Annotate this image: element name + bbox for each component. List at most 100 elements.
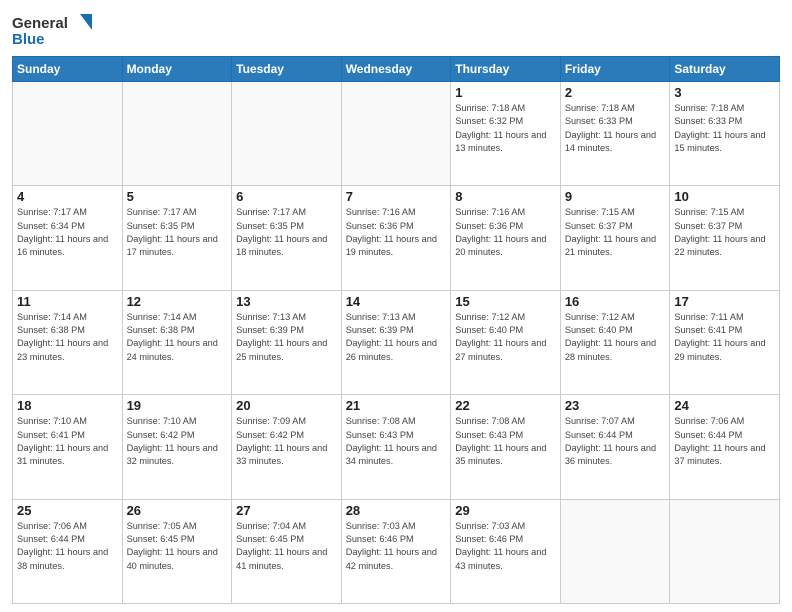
- calendar-cell: 7Sunrise: 7:16 AM Sunset: 6:36 PM Daylig…: [341, 186, 451, 290]
- day-number: 15: [455, 294, 556, 309]
- day-info: Sunrise: 7:11 AM Sunset: 6:41 PM Dayligh…: [674, 311, 775, 364]
- day-info: Sunrise: 7:12 AM Sunset: 6:40 PM Dayligh…: [455, 311, 556, 364]
- page: General Blue SundayMondayTuesdayWednesda…: [0, 0, 792, 612]
- day-number: 2: [565, 85, 666, 100]
- day-number: 28: [346, 503, 447, 518]
- day-number: 18: [17, 398, 118, 413]
- day-info: Sunrise: 7:15 AM Sunset: 6:37 PM Dayligh…: [674, 206, 775, 259]
- day-info: Sunrise: 7:07 AM Sunset: 6:44 PM Dayligh…: [565, 415, 666, 468]
- day-number: 3: [674, 85, 775, 100]
- day-info: Sunrise: 7:05 AM Sunset: 6:45 PM Dayligh…: [127, 520, 228, 573]
- calendar-cell: 1 Sunrise: 7:18 AM Sunset: 6:32 PM Daylig…: [451, 82, 561, 186]
- day-info: Sunrise: 7:16 AM Sunset: 6:36 PM Dayligh…: [455, 206, 556, 259]
- day-info: Sunrise: 7:14 AM Sunset: 6:38 PM Dayligh…: [127, 311, 228, 364]
- day-info: Sunrise: 7:18 AM Sunset: 6:33 PM Dayligh…: [674, 102, 775, 155]
- weekday-header-friday: Friday: [560, 57, 670, 82]
- svg-text:General: General: [12, 15, 68, 32]
- calendar-cell: 10 Sunrise: 7:15 AM Sunset: 6:37 PM Dayli…: [670, 186, 780, 290]
- calendar-week-4: 25 Sunrise: 7:06 AM Sunset: 6:44 PM Dayli…: [13, 499, 780, 603]
- day-number: 11: [17, 294, 118, 309]
- weekday-header-row: SundayMondayTuesdayWednesdayThursdayFrid…: [13, 57, 780, 82]
- calendar-week-0: 1 Sunrise: 7:18 AM Sunset: 6:32 PM Daylig…: [13, 82, 780, 186]
- calendar-week-1: 4 Sunrise: 7:17 AM Sunset: 6:34 PM Daylig…: [13, 186, 780, 290]
- day-number: 16: [565, 294, 666, 309]
- weekday-header-sunday: Sunday: [13, 57, 123, 82]
- calendar-cell: [560, 499, 670, 603]
- calendar-cell: 18 Sunrise: 7:10 AM Sunset: 6:41 PM Dayli…: [13, 395, 123, 499]
- calendar-cell: 19 Sunrise: 7:10 AM Sunset: 6:42 PM Dayli…: [122, 395, 232, 499]
- svg-text:Blue: Blue: [12, 31, 45, 48]
- calendar-cell: [13, 82, 123, 186]
- calendar-cell: 14 Sunrise: 7:13 AM Sunset: 6:39 PM Dayli…: [341, 290, 451, 394]
- day-info: Sunrise: 7:08 AM Sunset: 6:43 PM Dayligh…: [455, 415, 556, 468]
- day-number: 25: [17, 503, 118, 518]
- day-info: Sunrise: 7:09 AM Sunset: 6:42 PM Dayligh…: [236, 415, 337, 468]
- calendar-cell: 4 Sunrise: 7:17 AM Sunset: 6:34 PM Daylig…: [13, 186, 123, 290]
- day-info: Sunrise: 7:17 AM Sunset: 6:35 PM Dayligh…: [127, 206, 228, 259]
- calendar-cell: 2Sunrise: 7:18 AM Sunset: 6:33 PM Daylig…: [560, 82, 670, 186]
- day-info: Sunrise: 7:10 AM Sunset: 6:42 PM Dayligh…: [127, 415, 228, 468]
- day-number: 24: [674, 398, 775, 413]
- calendar-cell: 8 Sunrise: 7:16 AM Sunset: 6:36 PM Daylig…: [451, 186, 561, 290]
- day-number: 13: [236, 294, 337, 309]
- header: General Blue: [12, 10, 780, 50]
- day-number: 7: [346, 189, 447, 204]
- calendar-cell: 23 Sunrise: 7:07 AM Sunset: 6:44 PM Dayli…: [560, 395, 670, 499]
- day-number: 14: [346, 294, 447, 309]
- day-info: Sunrise: 7:13 AM Sunset: 6:39 PM Dayligh…: [236, 311, 337, 364]
- day-number: 12: [127, 294, 228, 309]
- calendar-cell: 17 Sunrise: 7:11 AM Sunset: 6:41 PM Dayli…: [670, 290, 780, 394]
- weekday-header-wednesday: Wednesday: [341, 57, 451, 82]
- day-info: Sunrise: 7:13 AM Sunset: 6:39 PM Dayligh…: [346, 311, 447, 364]
- day-number: 20: [236, 398, 337, 413]
- day-info: Sunrise: 7:08 AM Sunset: 6:43 PM Dayligh…: [346, 415, 447, 468]
- calendar-cell: 20 Sunrise: 7:09 AM Sunset: 6:42 PM Dayli…: [232, 395, 342, 499]
- day-number: 1: [455, 85, 556, 100]
- day-number: 22: [455, 398, 556, 413]
- day-info: Sunrise: 7:15 AM Sunset: 6:37 PM Dayligh…: [565, 206, 666, 259]
- calendar-cell: 27Sunrise: 7:04 AM Sunset: 6:45 PM Dayli…: [232, 499, 342, 603]
- day-number: 19: [127, 398, 228, 413]
- logo-svg: General Blue: [12, 10, 102, 50]
- day-number: 8: [455, 189, 556, 204]
- logo: General Blue: [12, 10, 102, 50]
- calendar-week-2: 11 Sunrise: 7:14 AM Sunset: 6:38 PM Dayli…: [13, 290, 780, 394]
- day-info: Sunrise: 7:06 AM Sunset: 6:44 PM Dayligh…: [674, 415, 775, 468]
- calendar-cell: 24 Sunrise: 7:06 AM Sunset: 6:44 PM Dayli…: [670, 395, 780, 499]
- day-info: Sunrise: 7:03 AM Sunset: 6:46 PM Dayligh…: [455, 520, 556, 573]
- calendar-cell: 12 Sunrise: 7:14 AM Sunset: 6:38 PM Dayli…: [122, 290, 232, 394]
- weekday-header-thursday: Thursday: [451, 57, 561, 82]
- day-number: 17: [674, 294, 775, 309]
- day-info: Sunrise: 7:06 AM Sunset: 6:44 PM Dayligh…: [17, 520, 118, 573]
- day-number: 4: [17, 189, 118, 204]
- day-number: 29: [455, 503, 556, 518]
- day-info: Sunrise: 7:18 AM Sunset: 6:32 PM Dayligh…: [455, 102, 556, 155]
- calendar-cell: [341, 82, 451, 186]
- day-number: 26: [127, 503, 228, 518]
- calendar-cell: 25 Sunrise: 7:06 AM Sunset: 6:44 PM Dayli…: [13, 499, 123, 603]
- day-info: Sunrise: 7:04 AM Sunset: 6:45 PM Dayligh…: [236, 520, 337, 573]
- calendar-cell: 3 Sunrise: 7:18 AM Sunset: 6:33 PM Daylig…: [670, 82, 780, 186]
- calendar-cell: [122, 82, 232, 186]
- calendar-table: SundayMondayTuesdayWednesdayThursdayFrid…: [12, 56, 780, 604]
- day-number: 10: [674, 189, 775, 204]
- day-info: Sunrise: 7:14 AM Sunset: 6:38 PM Dayligh…: [17, 311, 118, 364]
- weekday-header-tuesday: Tuesday: [232, 57, 342, 82]
- calendar-cell: [670, 499, 780, 603]
- calendar-week-3: 18 Sunrise: 7:10 AM Sunset: 6:41 PM Dayli…: [13, 395, 780, 499]
- day-info: Sunrise: 7:17 AM Sunset: 6:35 PM Dayligh…: [236, 206, 337, 259]
- day-info: Sunrise: 7:12 AM Sunset: 6:40 PM Dayligh…: [565, 311, 666, 364]
- calendar-cell: [232, 82, 342, 186]
- weekday-header-monday: Monday: [122, 57, 232, 82]
- calendar-cell: 16 Sunrise: 7:12 AM Sunset: 6:40 PM Dayli…: [560, 290, 670, 394]
- day-info: Sunrise: 7:17 AM Sunset: 6:34 PM Dayligh…: [17, 206, 118, 259]
- day-number: 9: [565, 189, 666, 204]
- day-number: 21: [346, 398, 447, 413]
- day-info: Sunrise: 7:10 AM Sunset: 6:41 PM Dayligh…: [17, 415, 118, 468]
- day-info: Sunrise: 7:03 AM Sunset: 6:46 PM Dayligh…: [346, 520, 447, 573]
- calendar-cell: 9 Sunrise: 7:15 AM Sunset: 6:37 PM Daylig…: [560, 186, 670, 290]
- calendar-cell: 15 Sunrise: 7:12 AM Sunset: 6:40 PM Dayli…: [451, 290, 561, 394]
- day-number: 23: [565, 398, 666, 413]
- calendar-cell: 22 Sunrise: 7:08 AM Sunset: 6:43 PM Dayli…: [451, 395, 561, 499]
- calendar-cell: 21 Sunrise: 7:08 AM Sunset: 6:43 PM Dayli…: [341, 395, 451, 499]
